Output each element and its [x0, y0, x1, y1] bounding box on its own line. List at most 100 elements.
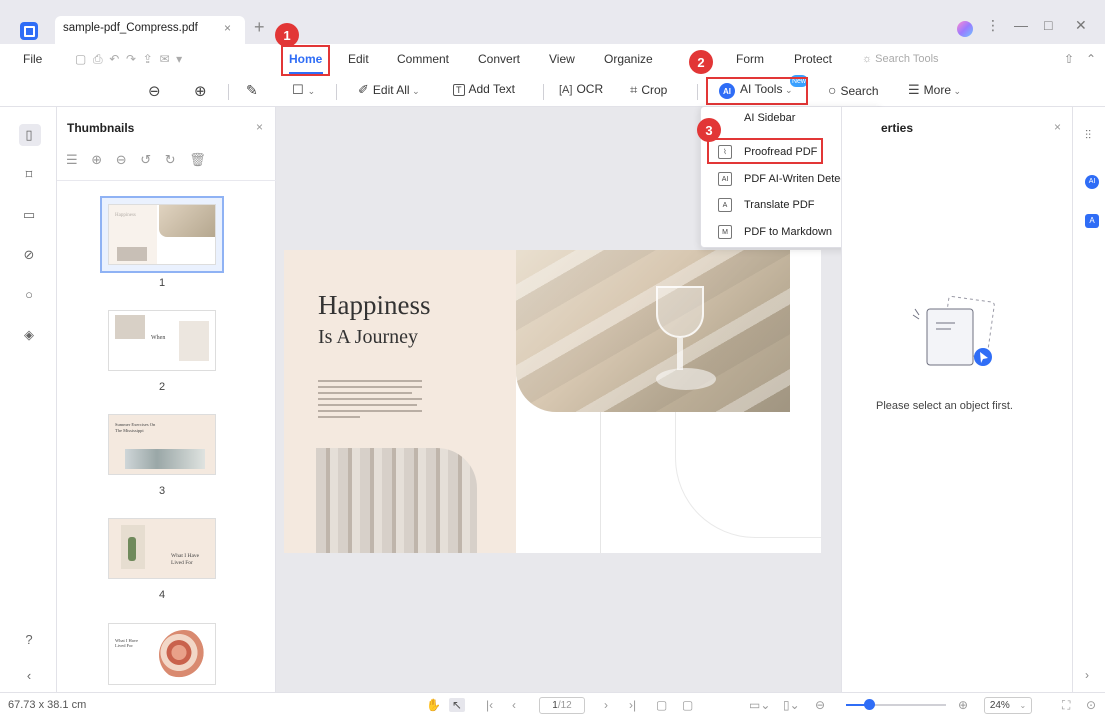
highlight-icon[interactable]: ✎ — [246, 82, 262, 99]
zoom-out-icon[interactable]: ⊖ — [148, 82, 165, 100]
search-tools-input[interactable]: ☼ Search Tools — [862, 53, 939, 65]
zoom-in-icon[interactable]: ⊕ — [194, 82, 211, 100]
hand-tool-icon[interactable]: ✋ — [426, 698, 441, 712]
properties-empty-message: Please select an object first. — [876, 400, 1013, 412]
ai-sidebar-item[interactable]: AI Sidebar — [744, 112, 795, 124]
crop-icon: ⌗ — [630, 82, 638, 97]
layers-icon[interactable]: ◈ — [21, 327, 37, 343]
document-subheading: Is A Journey — [318, 326, 418, 348]
edit-all-button[interactable]: ✐ Edit All ⌄ — [358, 82, 420, 98]
thumbnail-number: 3 — [159, 485, 166, 497]
menu-protect[interactable]: Protect — [794, 52, 832, 66]
last-page-icon[interactable]: ›| — [629, 698, 636, 712]
toolbar-divider — [543, 84, 544, 100]
zoom-slider-handle[interactable] — [864, 699, 875, 710]
ocr-button[interactable]: [A] OCR — [559, 82, 603, 96]
thumbnail-page-3[interactable]: Summer Exercises On The Mississippi — [108, 414, 216, 475]
window-photo — [316, 448, 477, 553]
thumbnail-number: 2 — [159, 381, 166, 393]
tab-title: sample-pdf_Compress.pdf — [63, 22, 198, 34]
panel-divider — [57, 180, 276, 181]
thumbnail-number: 4 — [159, 589, 166, 601]
more-button[interactable]: ☰ More ⌄ — [908, 82, 961, 98]
translate-side-icon[interactable]: A — [1085, 212, 1099, 228]
zoom-in-status-icon[interactable]: ⊕ — [958, 698, 968, 712]
page-decor-line — [600, 412, 601, 553]
step-marker-2: 2 — [689, 50, 713, 74]
pdf-to-markdown-item[interactable]: PDF to Markdown — [744, 226, 832, 238]
page-number-input[interactable]: 1/12 — [539, 697, 585, 714]
collapse-left-icon[interactable]: ‹ — [21, 668, 37, 684]
menu-file[interactable]: File — [23, 52, 42, 66]
settings-status-icon[interactable]: ⊙ — [1086, 698, 1096, 712]
search-button[interactable]: ○ Search — [828, 82, 879, 98]
menu-form[interactable]: Form — [736, 52, 764, 66]
thumbnail-tools[interactable]: ☰ ⊕ ⊖ ↺ ↻ 🗑 — [66, 152, 211, 168]
fit-page-icon[interactable]: ▯⌄ — [783, 698, 800, 712]
menu-view[interactable]: View — [549, 52, 575, 66]
thumbnails-close-icon[interactable]: × — [256, 120, 263, 134]
toolbar-divider — [336, 84, 337, 100]
page-icon[interactable]: ▯ — [21, 127, 37, 143]
thumbnail-page-4[interactable]: What I Have Lived For — [108, 518, 216, 579]
maximize-icon[interactable]: □ — [1044, 17, 1052, 33]
step-marker-1: 1 — [275, 23, 299, 47]
select-object-illustration — [912, 295, 995, 366]
zoom-level-select[interactable]: 24% ⌄ — [984, 697, 1032, 714]
single-page-icon[interactable]: ▢ — [656, 698, 667, 712]
fullscreen-icon[interactable]: ⛶ — [1062, 698, 1070, 713]
menu-dots-icon[interactable]: ⋮ — [986, 17, 1000, 34]
toolbar-divider — [697, 84, 698, 100]
thumbnail-page-5[interactable]: What I Have Lived For — [108, 623, 216, 685]
proofread-pdf-item[interactable]: Proofread PDF — [744, 146, 817, 158]
add-text-button[interactable]: T Add Text — [453, 82, 515, 96]
properties-close-icon[interactable]: × — [1054, 120, 1061, 134]
select-tool-icon[interactable]: ↖ — [449, 698, 466, 712]
ai-assistant-icon[interactable]: AI — [1085, 172, 1099, 189]
close-window-icon[interactable]: ✕ — [1075, 17, 1087, 34]
document-heading: Happiness — [318, 290, 431, 320]
ai-assistant-orb-icon[interactable] — [957, 21, 973, 37]
two-page-icon[interactable]: ▢ — [682, 698, 693, 712]
cloud-upload-icon[interactable]: ⇧ — [1064, 52, 1074, 66]
thumbnails-title: Thumbnails — [67, 121, 135, 135]
quick-access-icons[interactable]: ▢ ⎙ ↶ ↷ ⇪ ✉ ▾ — [75, 52, 182, 67]
thumbnails-panel — [57, 107, 276, 692]
attachment-icon[interactable]: ⊘ — [21, 247, 37, 263]
ai-written-detect-item[interactable]: PDF AI-Writen Detect — [744, 173, 849, 185]
menu-comment[interactable]: Comment — [397, 52, 449, 66]
collapse-ribbon-icon[interactable]: ⌃ — [1086, 52, 1096, 66]
thumbnail-page-2[interactable]: When — [108, 310, 216, 371]
thumbnail-number: 1 — [159, 277, 166, 289]
translate-icon: A — [718, 198, 732, 212]
translate-pdf-item[interactable]: Translate PDF — [744, 199, 815, 211]
lightbulb-icon: ☼ — [862, 53, 873, 65]
view-mode-icon[interactable]: ▭⌄ — [749, 698, 770, 712]
collapse-right-icon[interactable]: › — [1085, 668, 1089, 682]
thumbnail-page-1[interactable]: Happiness — [108, 204, 216, 265]
menu-edit[interactable]: Edit — [348, 52, 369, 66]
help-icon[interactable]: ? — [21, 632, 37, 648]
new-tab-icon[interactable]: + — [254, 17, 265, 38]
search-icon[interactable]: ○ — [21, 287, 37, 303]
crop-button[interactable]: ⌗ Crop — [630, 82, 667, 98]
menu-organize[interactable]: Organize — [604, 52, 653, 66]
first-page-icon[interactable]: |‹ — [486, 698, 493, 712]
bookmark-icon[interactable]: ⌑ — [21, 167, 37, 183]
annotation-box-home — [281, 45, 330, 76]
right-rail — [1072, 107, 1105, 692]
shape-tool-button[interactable]: ☐ ⌄ — [292, 82, 315, 98]
properties-sliders-icon[interactable]: ⫶⫶ — [1085, 128, 1091, 143]
minimize-icon[interactable]: — — [1014, 17, 1028, 33]
zoom-out-status-icon[interactable]: ⊖ — [815, 698, 825, 712]
next-page-icon[interactable]: › — [604, 698, 608, 712]
prev-page-icon[interactable]: ‹ — [512, 698, 516, 712]
comment-icon[interactable]: ▭ — [21, 207, 37, 223]
left-rail — [0, 107, 57, 692]
toolbar-divider — [228, 84, 229, 100]
search-icon: ○ — [828, 82, 837, 98]
menu-convert[interactable]: Convert — [478, 52, 520, 66]
ocr-icon: [A] — [559, 84, 573, 96]
app-logo — [20, 22, 38, 40]
tab-close-icon[interactable]: × — [224, 21, 231, 35]
